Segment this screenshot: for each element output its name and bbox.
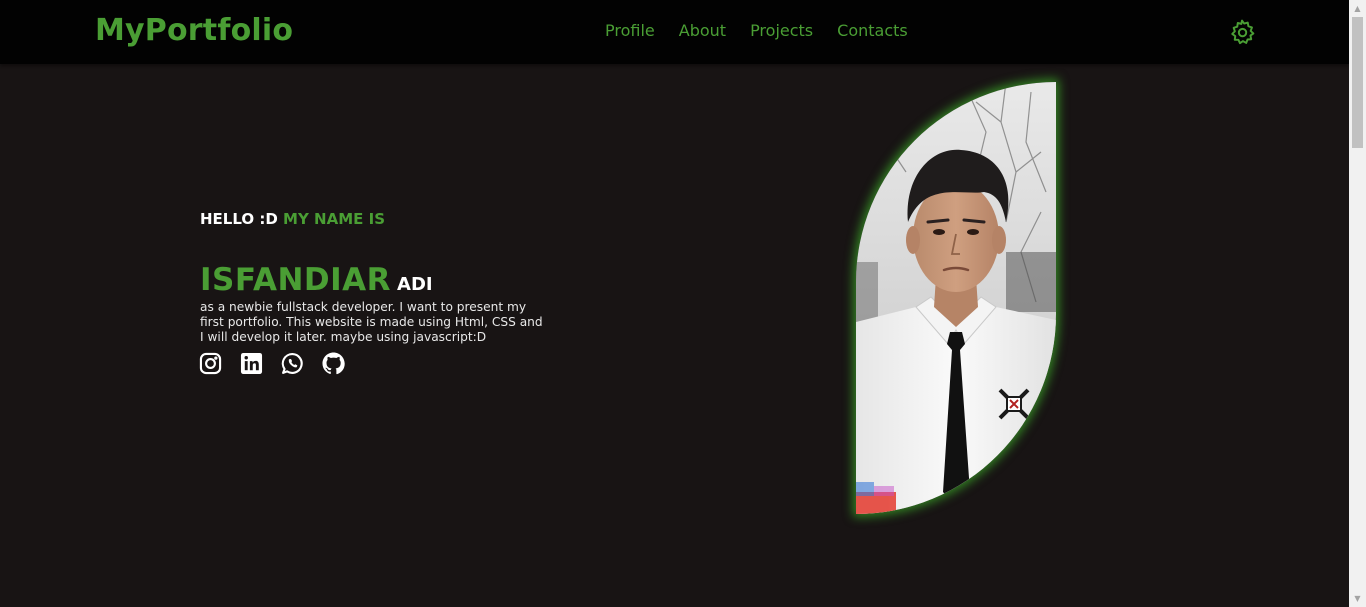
- profile-photo-image: [856, 82, 1056, 514]
- scroll-thumb[interactable]: [1352, 17, 1363, 148]
- whatsapp-icon[interactable]: [281, 352, 304, 375]
- page-scrollbar[interactable]: ▲ ▼: [1349, 0, 1366, 607]
- scroll-down-arrow-icon[interactable]: ▼: [1349, 590, 1366, 607]
- nav-link-profile[interactable]: Profile: [605, 21, 655, 40]
- hero-description: as a newbie fullstack developer. I want …: [200, 300, 543, 344]
- linkedin-icon[interactable]: [240, 352, 263, 375]
- social-links: [199, 352, 345, 375]
- portfolio-page: MyPortfolio Profile About Projects Conta…: [0, 0, 1366, 607]
- nav-link-projects[interactable]: Projects: [750, 21, 813, 40]
- nav-link-about[interactable]: About: [679, 21, 726, 40]
- instagram-icon[interactable]: [199, 352, 222, 375]
- nav-links: Profile About Projects Contacts: [605, 21, 908, 40]
- hero-name: ISFANDIAR ADI: [200, 262, 433, 298]
- first-name: ISFANDIAR: [200, 262, 392, 298]
- last-name: ADI: [397, 274, 433, 295]
- github-icon[interactable]: [322, 352, 345, 375]
- brand-logo[interactable]: MyPortfolio: [95, 13, 293, 48]
- navbar: MyPortfolio Profile About Projects Conta…: [0, 0, 1349, 64]
- scroll-up-arrow-icon[interactable]: ▲: [1349, 0, 1366, 17]
- greeting-prefix: HELLO :D: [200, 210, 278, 228]
- gear-icon[interactable]: [1229, 19, 1255, 45]
- greeting: HELLO :D MY NAME IS: [200, 210, 385, 228]
- nav-link-contacts[interactable]: Contacts: [837, 21, 908, 40]
- profile-photo: [856, 82, 1056, 514]
- greeting-suffix: MY NAME IS: [283, 210, 385, 228]
